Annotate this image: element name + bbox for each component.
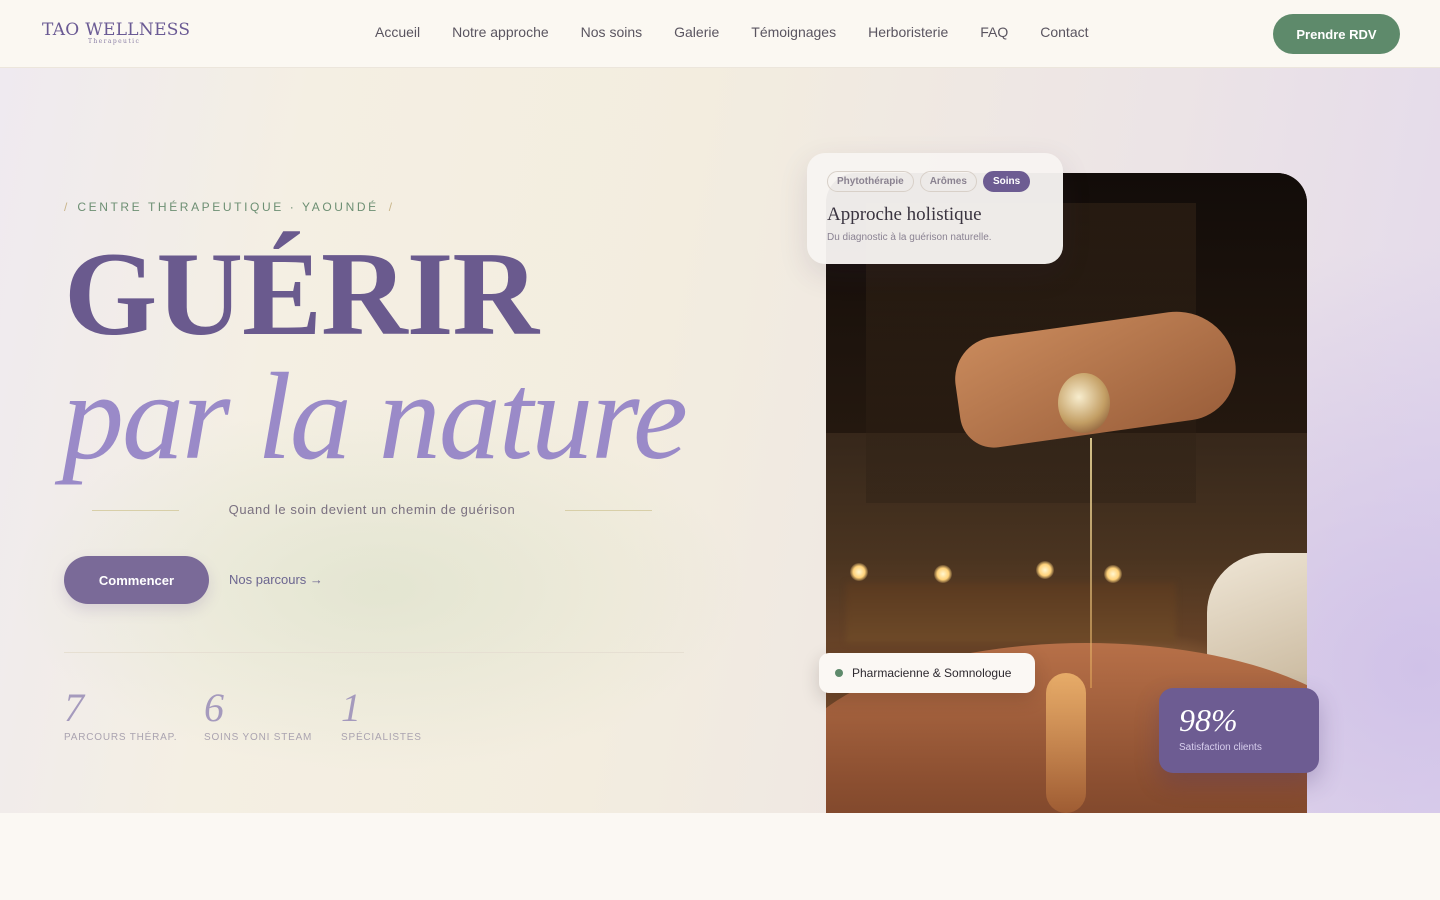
chip-aromes[interactable]: Arômes — [919, 171, 977, 192]
stat-value: 6 — [204, 685, 224, 730]
stat-label: SOINS YONI STEAM — [204, 732, 313, 743]
satisfaction-value: 98% — [1179, 702, 1238, 738]
stat-parcours: 7 PARCOURS THÉRAP. — [64, 685, 178, 744]
nav-link-temoignages[interactable]: Témoignages — [751, 24, 836, 40]
nav-link-galerie[interactable]: Galerie — [674, 24, 719, 40]
approach-title: Approche holistique — [827, 204, 982, 225]
top-navbar: TAO WELLNESS Therapeutic Accueil Notre a… — [0, 0, 1440, 68]
eyebrow-slash-left: / — [64, 200, 68, 214]
nav-link-faq[interactable]: FAQ — [980, 24, 1008, 40]
stats-divider — [64, 652, 684, 653]
nav-link-approche[interactable]: Notre approche — [452, 24, 549, 40]
candle-glow — [934, 565, 952, 583]
stat-yoni-steam: 6 SOINS YONI STEAM — [204, 685, 313, 744]
chip-group: Phytothérapie Arômes Soins — [827, 171, 1043, 192]
eyebrow-slash-right: / — [388, 200, 393, 214]
brand-name: TAO WELLNESS — [42, 20, 191, 40]
satisfaction-card: 98% Satisfaction clients — [1159, 688, 1319, 773]
satisfaction-label: Satisfaction clients — [1179, 742, 1262, 753]
nav-link-contact[interactable]: Contact — [1040, 24, 1088, 40]
hero-eyebrow: / CENTRE THÉRAPEUTIQUE · YAOUNDÉ / — [64, 200, 392, 214]
specialist-badge: Pharmacienne & Somnologue — [819, 653, 1035, 693]
approach-subtitle: Du diagnostic à la guérison naturelle. — [827, 232, 992, 243]
nav-link-soins[interactable]: Nos soins — [581, 24, 642, 40]
candle-glow — [1036, 561, 1054, 579]
chip-soins[interactable]: Soins — [982, 171, 1031, 192]
parcours-link[interactable]: Nos parcours → — [229, 572, 323, 587]
photo-oil-pool — [1046, 673, 1086, 813]
hero-headline-main: GUÉRIR — [64, 227, 539, 360]
eyebrow-text: CENTRE THÉRAPEUTIQUE · YAOUNDÉ — [77, 200, 379, 214]
stat-specialistes: 1 SPÉCIALISTES — [341, 685, 422, 744]
candle-glow — [1104, 565, 1122, 583]
stat-value: 7 — [64, 685, 84, 730]
photo-candle-table — [846, 583, 1176, 643]
hero-headline-italic: par la nature — [62, 348, 688, 485]
specialist-badge-text: Pharmacienne & Somnologue — [852, 666, 1012, 680]
tagline-divider-right — [565, 510, 652, 511]
candle-glow — [850, 563, 868, 581]
start-button[interactable]: Commencer — [64, 556, 209, 604]
photo-oil-bottle — [1058, 373, 1110, 433]
stat-value: 1 — [341, 685, 361, 730]
nav-menu: Accueil Notre approche Nos soins Galerie… — [375, 24, 1089, 40]
brand-logo[interactable]: TAO WELLNESS Therapeutic — [42, 20, 202, 45]
status-dot-icon — [835, 669, 843, 677]
chip-phytotherapie[interactable]: Phytothérapie — [827, 171, 914, 192]
hero-section: / CENTRE THÉRAPEUTIQUE · YAOUNDÉ / GUÉRIR … — [0, 68, 1440, 813]
approach-card: Phytothérapie Arômes Soins Approche holi… — [807, 153, 1063, 264]
stat-label: PARCOURS THÉRAP. — [64, 732, 178, 743]
stat-label: SPÉCIALISTES — [341, 732, 422, 743]
book-appointment-button[interactable]: Prendre RDV — [1273, 14, 1400, 54]
nav-link-herboristerie[interactable]: Herboristerie — [868, 24, 948, 40]
hero-tagline-row: Quand le soin devient un chemin de guéri… — [92, 500, 652, 520]
nav-link-accueil[interactable]: Accueil — [375, 24, 420, 40]
photo-oil-stream — [1090, 438, 1092, 688]
